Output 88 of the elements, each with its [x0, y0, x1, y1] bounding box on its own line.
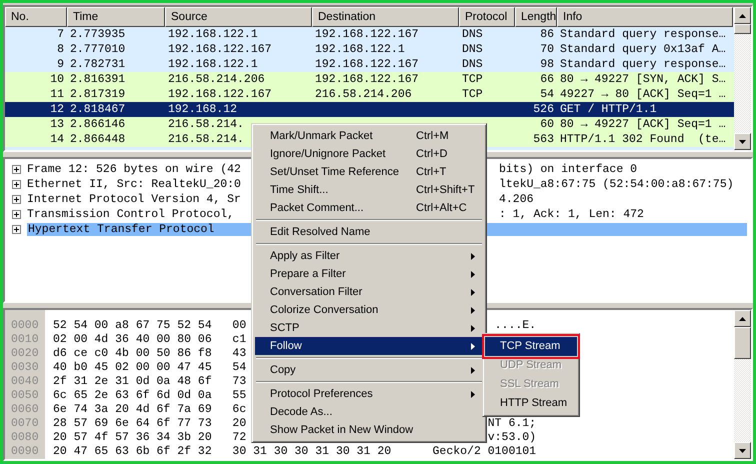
hex-bytes: d6 ce c0 4b 00 50 86 f8: [53, 347, 212, 361]
table-cell: 49227 → 80 [ACK] Seq=1 …: [560, 88, 726, 101]
table-cell: Standard query 0x13af A…: [560, 43, 726, 56]
hex-bytes: c1: [232, 333, 246, 346]
hex-offset: 0080: [10, 431, 40, 445]
hex-bytes: 30 31 30 30 31 30 31 20: [232, 445, 392, 458]
table-cell: 7: [57, 28, 64, 41]
hex-bytes: 00: [232, 319, 246, 332]
hex-bytes: 55: [232, 389, 246, 402]
table-cell: 2.866146: [70, 118, 126, 131]
hex-offset: 0010: [10, 333, 40, 347]
hex-bytes: 6c: [232, 403, 246, 416]
table-cell: 216.58.214.206: [168, 73, 265, 86]
table-cell: 2.818467: [70, 103, 126, 116]
table-cell: Standard query response…: [560, 58, 726, 71]
table-cell: GET / HTTP/1.1: [560, 103, 657, 116]
hex-bytes: 73: [232, 375, 246, 388]
ascii-text: v:53.0): [488, 431, 536, 444]
table-cell: 2.866448: [70, 133, 126, 146]
table-cell: 192.168.12: [168, 103, 238, 116]
table-cell: 192.168.122.167: [315, 73, 419, 86]
hex-offset: 0050: [10, 389, 40, 403]
table-cell: 98: [540, 58, 554, 71]
table-cell: 526: [533, 103, 554, 116]
table-cell: 80 → 49227 [SYN, ACK] S…: [560, 73, 726, 86]
table-cell: DNS: [462, 58, 483, 71]
table-cell: 192.168.122.167: [315, 28, 419, 41]
hex-bytes: 02 00 4d 36 40 00 80 06: [53, 333, 212, 347]
table-cell: 11: [50, 88, 64, 101]
table-cell: 54: [540, 88, 554, 101]
table-cell: 563: [533, 133, 554, 146]
tree-item-text: : 1, Ack: 1, Len: 472: [499, 208, 644, 221]
table-cell: 2.777010: [70, 43, 126, 56]
hex-bytes: 2f 31 2e 31 0d 0a 48 6f: [53, 375, 212, 389]
hex-bytes: 20 47 65 63 6b 6f 2f 32: [53, 445, 212, 459]
table-cell: 192.168.122.1: [168, 28, 258, 41]
table-cell: 192.168.122.1: [315, 43, 405, 56]
table-cell: 60: [540, 118, 554, 131]
hex-offset: 0030: [10, 361, 40, 375]
tree-item-text: 4.206: [499, 192, 534, 206]
hex-bytes: 6c 65 2e 63 6f 6d 0d 0a: [53, 389, 212, 403]
ascii-text: ....E.: [494, 319, 536, 332]
table-cell: 216.58.214.206: [315, 88, 412, 101]
table-cell: TCP: [462, 73, 483, 86]
hex-offset: 0070: [10, 417, 40, 431]
table-cell: 9: [57, 58, 64, 71]
table-cell: 216.58.214.: [168, 118, 244, 131]
table-cell: 192.168.122.167: [168, 43, 272, 56]
hex-bytes: 20 57 4f 57 36 34 3b 20: [53, 431, 212, 445]
tree-item-text: ltekU_a8:67:75 (52:54:00:a8:67:75): [499, 178, 734, 191]
table-cell: 2.817319: [70, 88, 126, 101]
hex-bytes: 54: [232, 361, 246, 374]
hex-offset: 0000: [10, 319, 40, 333]
table-cell: 192.168.122.167: [168, 88, 272, 101]
hex-bytes: 20: [232, 417, 246, 430]
hex-bytes: 72: [232, 431, 246, 444]
table-cell: 80 → 49227 [ACK] Seq=1 …: [560, 118, 726, 131]
table-cell: 13: [50, 118, 64, 131]
table-cell: TCP: [462, 88, 483, 101]
hex-bytes: 40 b0 45 02 00 00 47 45: [53, 361, 212, 375]
table-cell: 2.782731: [70, 58, 126, 71]
tree-item-text: bits) on interface 0: [499, 162, 638, 176]
hex-offset: 0040: [10, 375, 40, 389]
table-cell: 8: [57, 43, 64, 56]
hex-bytes: 28 57 69 6e 64 6f 77 73: [53, 417, 212, 431]
table-cell: 192.168.122.1: [168, 58, 258, 71]
table-cell: DNS: [462, 28, 483, 41]
table-cell: 70: [540, 43, 554, 56]
hex-bytes: 52 54 00 a8 67 75 52 54: [53, 319, 212, 333]
hex-bytes: 43: [232, 347, 246, 360]
hex-offset: 0020: [10, 347, 40, 361]
table-cell: 66: [540, 73, 554, 86]
table-cell: HTTP/1.1 302 Found (te…: [560, 133, 726, 146]
table-cell: 14: [50, 133, 64, 146]
table-cell: 10: [50, 73, 64, 86]
hex-offset: 0060: [10, 403, 40, 417]
table-cell: 216.58.214.: [168, 133, 244, 146]
table-cell: DNS: [462, 43, 483, 56]
hex-bytes: 6e 74 3a 20 4d 6f 7a 69: [53, 403, 212, 417]
table-cell: 2.816391: [70, 73, 126, 86]
table-cell: 86: [540, 28, 554, 41]
hex-offset: 0090: [10, 445, 40, 459]
table-cell: 2.773935: [70, 28, 126, 41]
ascii-text: Gecko/2 0100101: [432, 445, 536, 458]
table-cell: 12: [50, 103, 64, 116]
table-cell: 192.168.122.167: [315, 58, 419, 71]
ascii-text: NT 6.1;: [488, 417, 536, 430]
table-cell: Standard query response…: [560, 28, 726, 41]
